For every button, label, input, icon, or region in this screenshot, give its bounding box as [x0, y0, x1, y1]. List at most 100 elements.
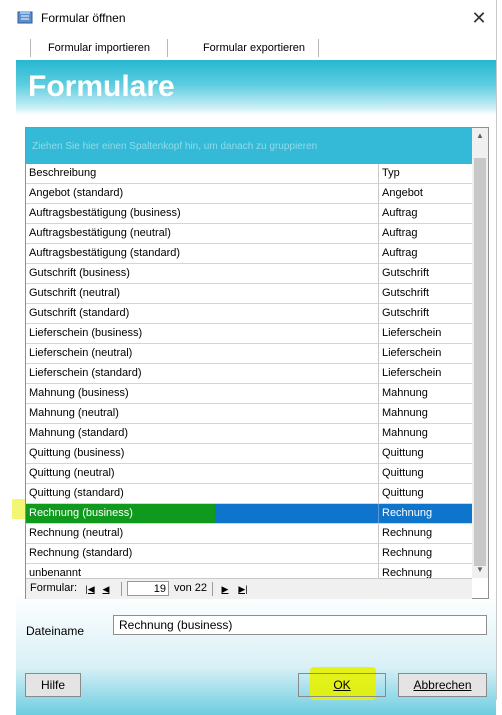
row-description: Gutschrift (standard)	[29, 307, 130, 319]
column-divider	[378, 484, 379, 503]
column-divider	[378, 424, 379, 443]
table-row[interactable]: Lieferschein (standard) Lieferschein	[26, 364, 472, 384]
table-row[interactable]: Mahnung (neutral) Mahnung	[26, 404, 472, 424]
record-number-input[interactable]: 19	[127, 581, 169, 596]
table-row[interactable]: Gutschrift (business) Gutschrift	[26, 264, 472, 284]
last-record-icon[interactable]: ▶|	[236, 582, 250, 596]
table-row[interactable]: Angebot (standard) Angebot	[26, 184, 472, 204]
row-description: Rechnung (neutral)	[29, 527, 124, 539]
form-book-icon	[17, 11, 33, 24]
row-description: Lieferschein (neutral)	[29, 347, 133, 359]
record-navigator: Formular: |◀ ◀ 19 von 22 ▶ ▶|	[26, 578, 472, 599]
ok-button[interactable]: OK	[298, 673, 386, 697]
column-divider	[378, 204, 379, 223]
column-divider	[378, 284, 379, 303]
row-type: Mahnung	[382, 407, 428, 419]
row-type: Quittung	[382, 467, 424, 479]
row-description: Mahnung (standard)	[29, 427, 129, 439]
table-row[interactable]: Rechnung (business) Rechnung	[26, 504, 472, 524]
table-row[interactable]: Auftragsbestätigung (neutral) Auftrag	[26, 224, 472, 244]
column-divider	[378, 384, 379, 403]
row-type: Mahnung	[382, 387, 428, 399]
table-row[interactable]: Gutschrift (standard) Gutschrift	[26, 304, 472, 324]
row-description: Angebot (standard)	[29, 187, 124, 199]
column-divider	[378, 404, 379, 423]
table-row[interactable]: Quittung (neutral) Quittung	[26, 464, 472, 484]
table-row[interactable]: Quittung (business) Quittung	[26, 444, 472, 464]
row-type: Lieferschein	[382, 367, 442, 379]
window-title: Formular öffnen	[41, 11, 126, 25]
scroll-down-icon[interactable]: ▼	[472, 562, 488, 578]
table-row[interactable]: Lieferschein (business) Lieferschein	[26, 324, 472, 344]
row-type: Quittung	[382, 447, 424, 459]
header-banner: Formulare	[16, 60, 496, 115]
scroll-up-icon[interactable]: ▲	[472, 128, 488, 144]
table-row[interactable]: Mahnung (standard) Mahnung	[26, 424, 472, 444]
column-divider	[378, 184, 379, 203]
column-header-description[interactable]: Beschreibung	[29, 164, 377, 183]
close-icon[interactable]: ✕	[466, 6, 492, 30]
menu-separator	[318, 39, 319, 57]
grid-rows: Angebot (standard) Angebot Auftragsbestäti…	[26, 184, 472, 584]
row-description: Auftragsbestätigung (neutral)	[29, 227, 171, 239]
table-row[interactable]: Lieferschein (neutral) Lieferschein	[26, 344, 472, 364]
table-row[interactable]: Gutschrift (neutral) Gutschrift	[26, 284, 472, 304]
group-by-panel[interactable]: Ziehen Sie hier einen Spaltenkopf hin, u…	[26, 128, 472, 164]
grid-header-row: Beschreibung Typ	[26, 164, 472, 184]
table-row[interactable]: Auftragsbestätigung (business) Auftrag	[26, 204, 472, 224]
row-type: Gutschrift	[382, 307, 430, 319]
column-divider[interactable]	[378, 164, 379, 183]
menu-import-form[interactable]: Formular importieren	[34, 39, 164, 57]
row-description: Mahnung (neutral)	[29, 407, 119, 419]
vertical-scrollbar[interactable]: ▲ ▼	[472, 128, 488, 578]
row-type: Lieferschein	[382, 347, 442, 359]
row-description: Rechnung (standard)	[29, 547, 133, 559]
column-divider	[378, 244, 379, 263]
row-type: Auftrag	[382, 207, 418, 219]
navigator-label: Formular:	[30, 582, 78, 594]
row-description: Gutschrift (neutral)	[29, 287, 121, 299]
filename-field[interactable]: Rechnung (business)	[113, 615, 487, 635]
row-type: Gutschrift	[382, 267, 430, 279]
column-header-type[interactable]: Typ	[382, 164, 470, 183]
row-description: Quittung (neutral)	[29, 467, 115, 479]
table-row[interactable]: Mahnung (business) Mahnung	[26, 384, 472, 404]
row-type: Rechnung	[382, 527, 433, 539]
table-row[interactable]: Rechnung (neutral) Rechnung	[26, 524, 472, 544]
column-divider	[378, 444, 379, 463]
group-by-hint: Ziehen Sie hier einen Spaltenkopf hin, u…	[32, 141, 318, 152]
column-divider	[378, 264, 379, 283]
navigator-separator	[212, 582, 213, 596]
help-button[interactable]: Hilfe	[25, 673, 81, 697]
ok-button-label: OK	[333, 678, 351, 692]
table-row[interactable]: Rechnung (standard) Rechnung	[26, 544, 472, 564]
column-divider	[378, 224, 379, 243]
banner-title: Formulare	[28, 70, 175, 103]
table-row[interactable]: Quittung (standard) Quittung	[26, 484, 472, 504]
row-description: Lieferschein (standard)	[29, 367, 142, 379]
column-divider	[378, 304, 379, 323]
column-divider	[378, 464, 379, 483]
column-divider	[378, 524, 379, 543]
table-row[interactable]: Auftragsbestätigung (standard) Auftrag	[26, 244, 472, 264]
row-type: Auftrag	[382, 247, 418, 259]
menu-separator	[30, 39, 31, 57]
row-description: Auftragsbestätigung (business)	[29, 207, 181, 219]
row-description: Quittung (business)	[29, 447, 125, 459]
row-type: Rechnung	[382, 547, 433, 559]
cancel-button[interactable]: Abbrechen	[398, 673, 487, 697]
navigator-separator	[121, 582, 122, 596]
row-type: Rechnung	[382, 507, 433, 519]
row-type: Mahnung	[382, 427, 428, 439]
column-divider	[378, 504, 379, 523]
row-description: Lieferschein (business)	[29, 327, 143, 339]
first-record-icon[interactable]: |◀	[83, 582, 97, 596]
row-description: Mahnung (business)	[29, 387, 129, 399]
previous-record-icon[interactable]: ◀	[99, 582, 113, 596]
next-record-icon[interactable]: ▶	[218, 582, 232, 596]
scrollbar-thumb[interactable]	[474, 158, 486, 566]
menu-bar: Formular importieren Formular exportiere…	[0, 37, 496, 59]
dialog-window: Formular öffnen ✕ Formular importieren F…	[0, 0, 497, 715]
menu-export-form[interactable]: Formular exportieren	[190, 39, 318, 57]
row-description: Auftragsbestätigung (standard)	[29, 247, 181, 259]
